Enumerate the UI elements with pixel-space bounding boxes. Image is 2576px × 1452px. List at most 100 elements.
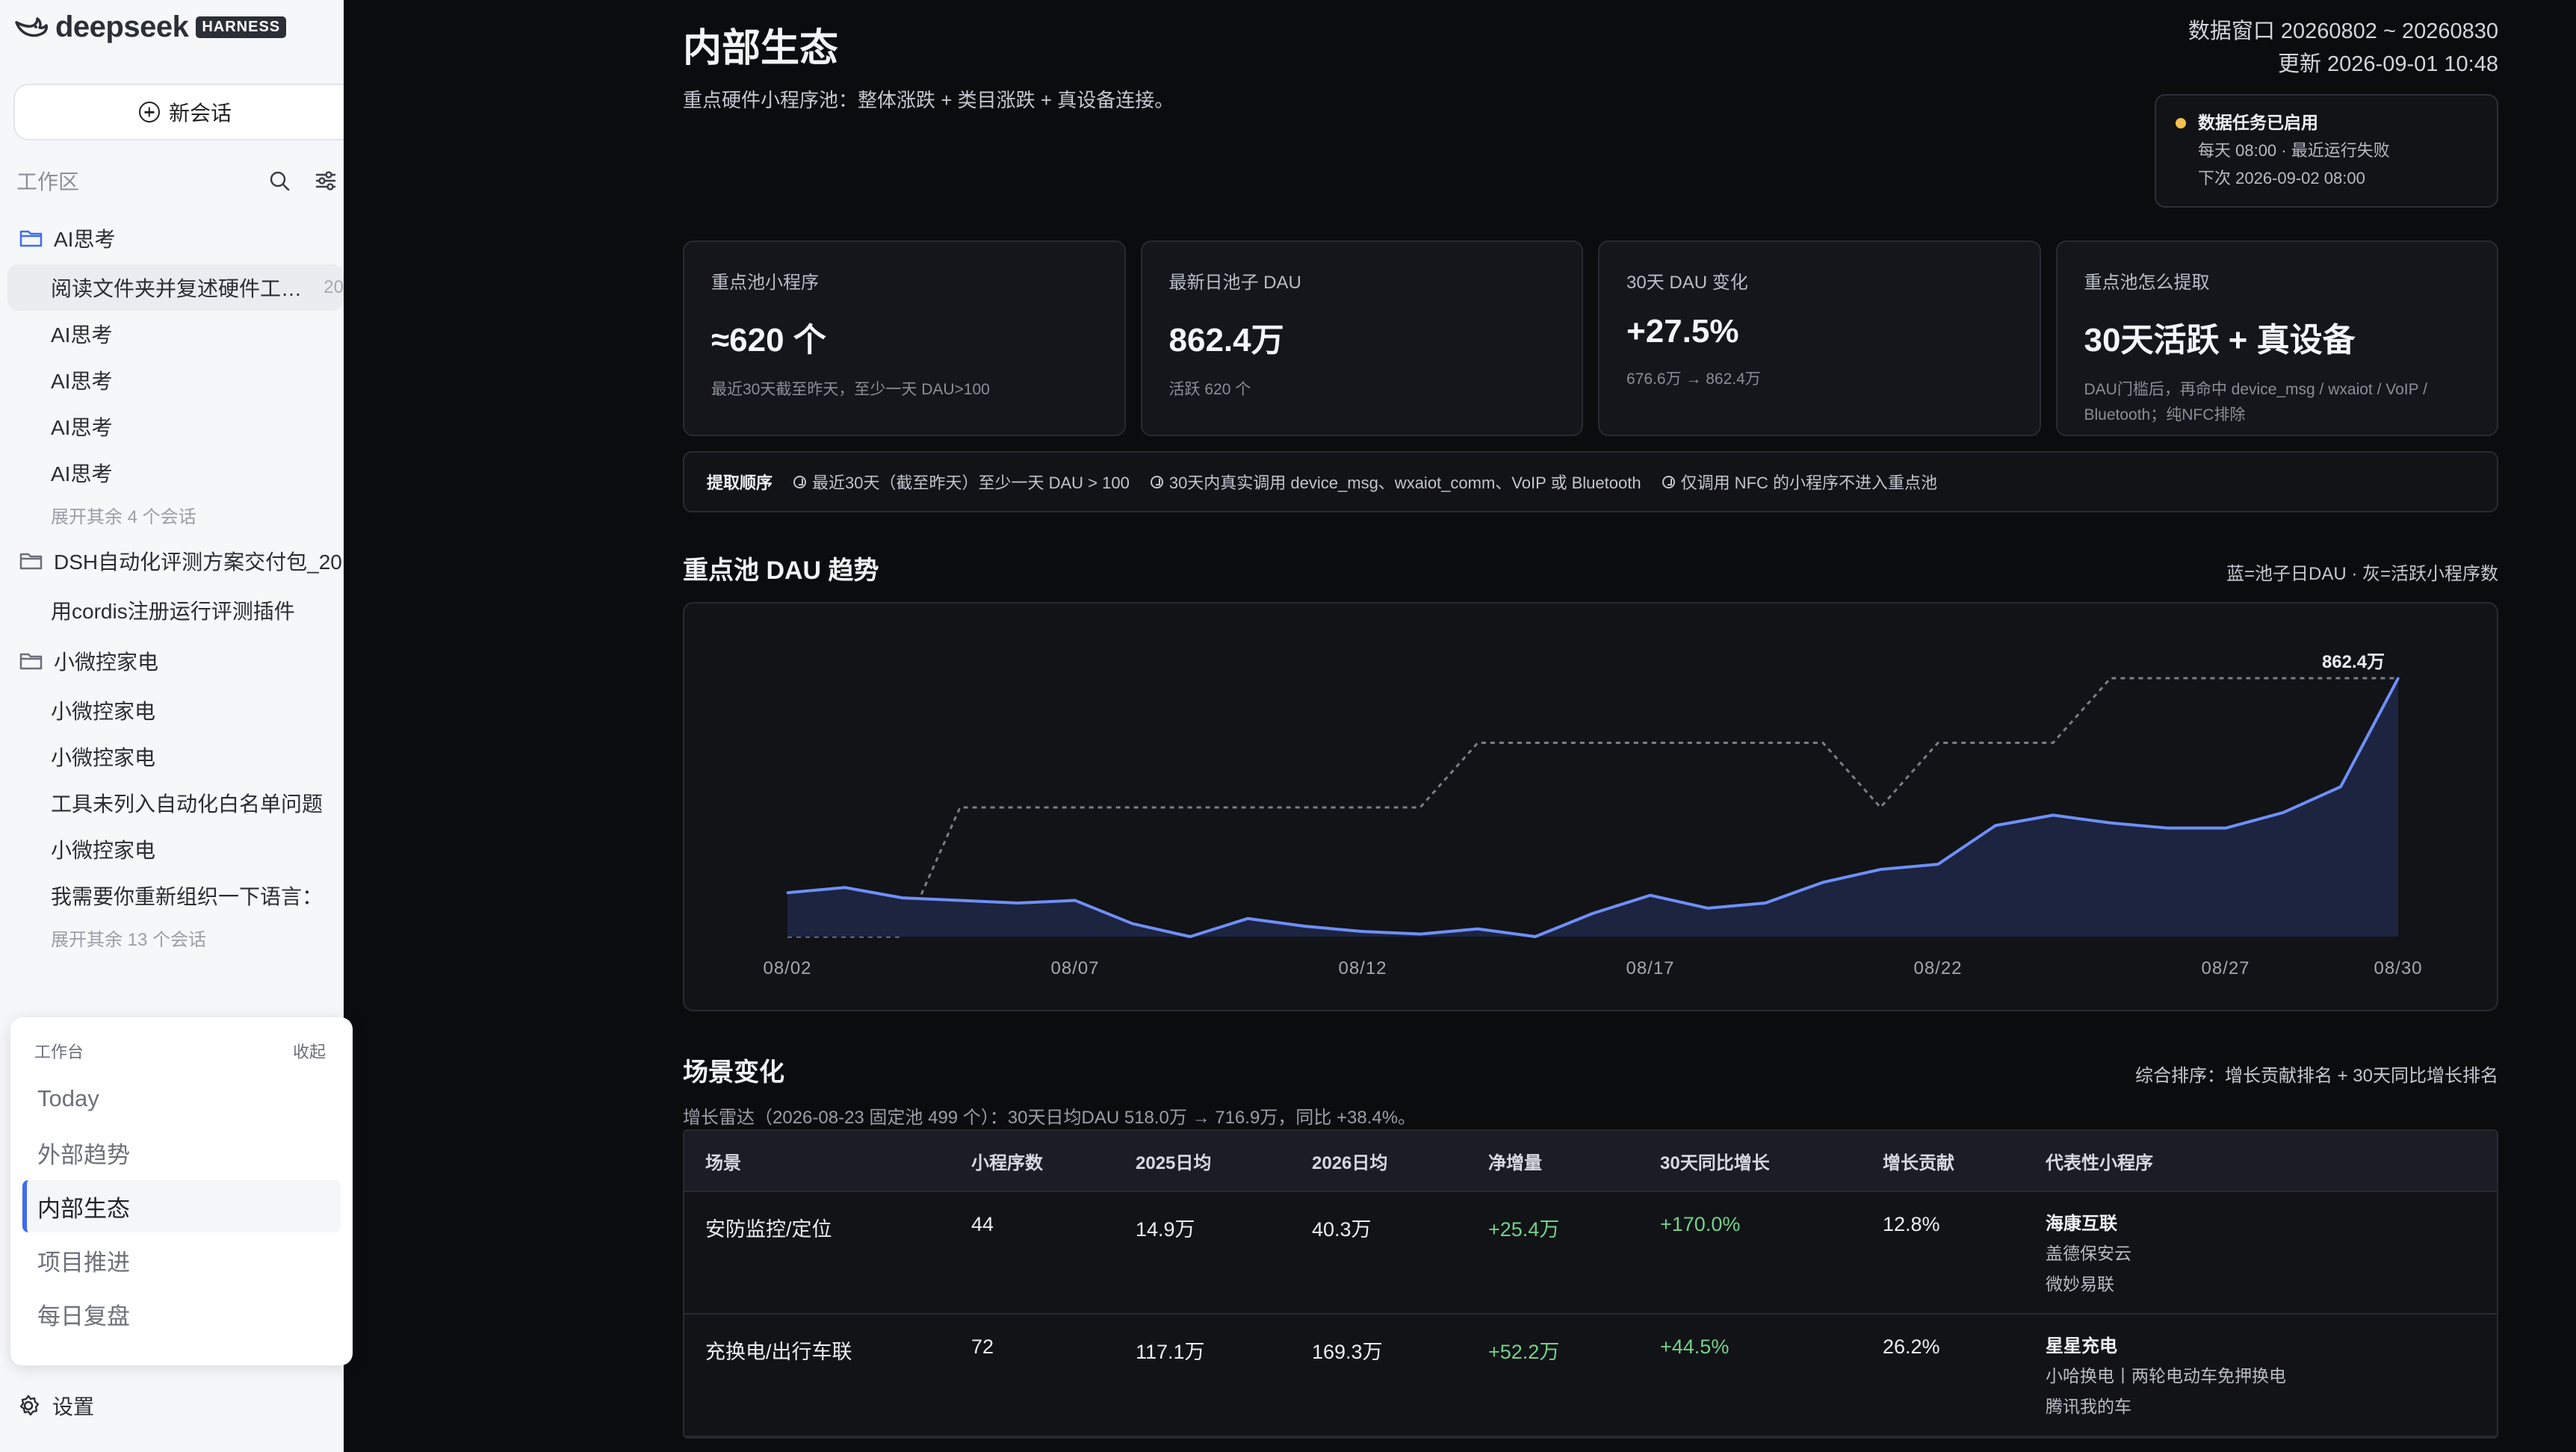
conversation-item[interactable]: 小微控家电 bbox=[0, 733, 344, 780]
dau-end-label: 862.4万 bbox=[2322, 652, 2385, 672]
dau-point bbox=[1131, 922, 1134, 925]
folder-ai-thinking[interactable]: AI思考 bbox=[0, 218, 344, 258]
conversation-item[interactable]: 小微控家电 bbox=[0, 826, 344, 872]
dau-point bbox=[901, 896, 904, 899]
extraction-order-bar: 提取顺序 最近30天（截至昨天）至少一天 DAU > 100 30天内真实调用 … bbox=[683, 451, 2498, 512]
rep-sub[interactable]: 小哈换电丨两轮电动车免押换电 bbox=[2046, 1361, 2497, 1392]
dau-point bbox=[1304, 925, 1307, 928]
x-tick-label: 08/12 bbox=[1338, 958, 1387, 978]
rep-sub[interactable]: 盖德保安云 bbox=[2046, 1238, 2497, 1269]
dau-point bbox=[1189, 935, 1192, 938]
dau-point bbox=[1706, 907, 1709, 910]
cell-avg2025: 14.9万 bbox=[1136, 1218, 1195, 1241]
kpi-value: ≈620 个 bbox=[711, 322, 826, 359]
conversation-item[interactable]: AI思考 bbox=[0, 311, 344, 357]
brand-name: deepseek bbox=[55, 10, 189, 43]
settings-label: 设置 bbox=[52, 1395, 95, 1418]
rep-main[interactable]: 海康互联 bbox=[2046, 1210, 2497, 1238]
cell-contrib: 12.8% bbox=[1883, 1213, 1940, 1235]
dau-point bbox=[1649, 894, 1652, 897]
folder-label: 小微控家电 bbox=[54, 651, 159, 674]
kpi-label: 30天 DAU 变化 bbox=[1626, 273, 1748, 293]
workbench-item-external-trends[interactable]: 外部趋势 bbox=[22, 1126, 341, 1179]
dau-point bbox=[1936, 863, 1939, 866]
folder-icon bbox=[19, 553, 43, 570]
dau-trend-chart: 862.4万 08/02 08/07 08/12 08/17 08/22 08/27 08/3… bbox=[683, 602, 2498, 1011]
x-tick-label: 08/17 bbox=[1626, 958, 1674, 978]
task-schedule: 每天 08:00 · 最近运行失败 bbox=[2198, 141, 2390, 160]
kpi-value: 862.4万 bbox=[1168, 322, 1284, 359]
dau-point bbox=[1476, 928, 1479, 931]
rep-sub[interactable]: 腾讯我的车 bbox=[2046, 1392, 2497, 1422]
table-header: 场景 小程序数 2025日均 2026日均 净增量 30天同比增长 增长贡献 代… bbox=[684, 1131, 2497, 1192]
cell-representatives: 海康互联 盖德保安云 微妙易联 bbox=[2046, 1210, 2497, 1300]
conversation-item[interactable]: AI思考 bbox=[0, 403, 344, 450]
folder-dsh[interactable]: DSH自动化评测方案交付包_20 bbox=[0, 541, 344, 581]
expand-more-link[interactable]: 展开其余 13 个会话 bbox=[0, 919, 344, 956]
whale-logo-icon bbox=[15, 17, 48, 37]
task-status-panel[interactable]: 数据任务已启用 每天 08:00 · 最近运行失败 下次 2026-09-02 … bbox=[2155, 94, 2498, 208]
data-window-meta: 数据窗口 20260802 ~ 20260830 更新 2026-09-01 1… bbox=[2188, 15, 2498, 81]
folder-open-icon bbox=[19, 230, 43, 247]
dau-point bbox=[2397, 677, 2400, 680]
workbench-item-today[interactable]: Today bbox=[22, 1073, 341, 1125]
conversation-item-active[interactable]: 阅读文件夹并复述硬件工… 20 bbox=[7, 264, 344, 311]
rep-main[interactable]: 星星充电 bbox=[2046, 1332, 2497, 1361]
conversation-item[interactable]: 工具未列入自动化白名单问题 bbox=[0, 780, 344, 826]
cell-net: +52.2万 bbox=[1488, 1341, 1560, 1363]
kpi-card: 重点池小程序 ≈620 个 最近30天截至昨天，至少一天 DAU>100 bbox=[683, 241, 1126, 436]
dau-point bbox=[2109, 822, 2112, 825]
conversation-item[interactable]: 我需要你重新组织一下语言： bbox=[0, 872, 344, 919]
check-circle-icon bbox=[1662, 475, 1675, 488]
folder-label: AI思考 bbox=[54, 228, 116, 251]
extraction-step: 最近30天（截至昨天）至少一天 DAU > 100 bbox=[793, 470, 1130, 494]
workbench-item-internal-ecosystem[interactable]: 内部生态 bbox=[22, 1180, 341, 1232]
filter-sliders-icon[interactable] bbox=[314, 169, 338, 193]
folder-icon bbox=[19, 653, 43, 670]
dau-point bbox=[1879, 868, 1882, 871]
page-title: 内部生态 bbox=[683, 27, 839, 70]
kpi-note: 676.6万 → 862.4万 bbox=[1626, 370, 1761, 388]
dau-point bbox=[2224, 827, 2227, 830]
rep-sub[interactable]: 微妙易联 bbox=[2046, 1269, 2497, 1300]
conversation-item[interactable]: AI思考 bbox=[0, 450, 344, 496]
column-header[interactable]: 代表性小程序 bbox=[2046, 1148, 2497, 1174]
search-icon[interactable] bbox=[267, 169, 291, 193]
workbench-item-project-progress[interactable]: 项目推进 bbox=[22, 1234, 341, 1286]
column-header[interactable]: 净增量 bbox=[1488, 1148, 1660, 1174]
column-header[interactable]: 30天同比增长 bbox=[1660, 1148, 1883, 1174]
conversation-item[interactable]: 用cordis注册运行评测插件 bbox=[0, 587, 344, 633]
kpi-cards: 重点池小程序 ≈620 个 最近30天截至昨天，至少一天 DAU>100 最新日… bbox=[683, 241, 2498, 436]
new-chat-button[interactable]: 新会话 bbox=[13, 84, 344, 140]
column-header[interactable]: 场景 bbox=[684, 1148, 971, 1174]
column-header[interactable]: 增长贡献 bbox=[1883, 1148, 2046, 1174]
column-header[interactable]: 2025日均 bbox=[1136, 1148, 1312, 1174]
expand-more-link[interactable]: 展开其余 4 个会话 bbox=[0, 496, 344, 533]
column-header[interactable]: 2026日均 bbox=[1312, 1148, 1488, 1174]
scene-title: 场景变化 bbox=[683, 1058, 784, 1087]
column-header[interactable]: 小程序数 bbox=[971, 1148, 1136, 1174]
table-row[interactable]: 安防监控/定位 44 14.9万 40.3万 +25.4万 +170.0% 12… bbox=[684, 1192, 2497, 1315]
data-window: 数据窗口 20260802 ~ 20260830 bbox=[2188, 19, 2498, 43]
trend-chart-svg: 862.4万 08/02 08/07 08/12 08/17 08/22 08/27 08/3… bbox=[763, 652, 2421, 978]
main-content: 内部生态 重点硬件小程序池：整体涨跌 + 类目涨跌 + 真设备连接。 数据窗口 … bbox=[344, 0, 2576, 1452]
x-tick-label: 08/07 bbox=[1050, 958, 1099, 978]
dau-point bbox=[1764, 902, 1767, 905]
scene-sort-hint: 综合排序：增长贡献排名 + 30天同比增长排名 bbox=[2134, 1066, 2498, 1086]
cell-yoy: +170.0% bbox=[1660, 1213, 1741, 1235]
dau-point bbox=[1419, 933, 1422, 936]
conversation-item[interactable]: AI思考 bbox=[0, 357, 344, 403]
settings-button[interactable]: 设置 bbox=[16, 1391, 94, 1421]
extraction-step: 30天内真实调用 device_msg、wxaiot_comm、VoIP 或 B… bbox=[1150, 470, 1641, 494]
folder-micro-appliance[interactable]: 小微控家电 bbox=[0, 641, 344, 681]
kpi-value: 30天活跃 + 真设备 bbox=[2084, 322, 2356, 359]
conversation-date: 20 bbox=[323, 277, 344, 297]
kpi-label: 重点池小程序 bbox=[711, 273, 819, 293]
brand[interactable]: deepseek HARNESS bbox=[13, 10, 287, 43]
conversation-item[interactable]: 小微控家电 bbox=[0, 687, 344, 733]
kpi-label: 重点池怎么提取 bbox=[2084, 273, 2210, 293]
workbench-item-daily-review[interactable]: 每日复盘 bbox=[22, 1288, 341, 1340]
check-circle-icon bbox=[793, 475, 807, 488]
collapse-button[interactable]: 收起 bbox=[293, 1039, 326, 1063]
table-row[interactable]: 充换电/出行车联 72 117.1万 169.3万 +52.2万 +44.5% … bbox=[684, 1315, 2497, 1437]
